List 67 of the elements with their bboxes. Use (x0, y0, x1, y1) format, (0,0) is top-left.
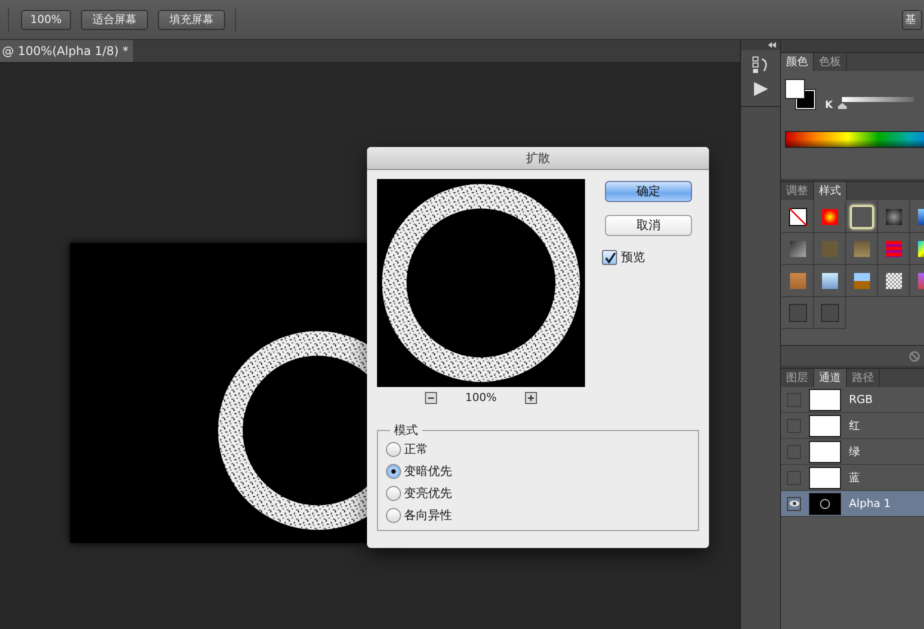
panel-tab[interactable]: 色板 (814, 53, 847, 71)
style-swatch[interactable] (886, 272, 902, 288)
dialog-button[interactable]: 取消 (605, 215, 692, 236)
radio-button[interactable] (386, 508, 401, 523)
style-swatch[interactable] (820, 304, 838, 322)
visibility-toggle[interactable] (787, 418, 801, 432)
document-tab[interactable]: @ 100%(Alpha 1/8) * (0, 40, 133, 62)
panel-tab[interactable]: 颜色 (781, 53, 814, 71)
channel-thumbnail (809, 388, 841, 410)
panel-tab[interactable]: 样式 (814, 182, 847, 200)
style-swatch[interactable] (788, 304, 806, 322)
channel-row[interactable]: 绿 (781, 439, 924, 465)
checkbox-label: 预览 (621, 249, 645, 266)
workspace-button[interactable]: 基 (902, 10, 922, 30)
play-icon[interactable] (752, 82, 768, 96)
channel-thumbnail (809, 466, 841, 488)
channel-row[interactable]: 红 (781, 413, 924, 439)
channel-thumbnail (809, 440, 841, 462)
panel-tab[interactable]: 路径 (847, 369, 880, 387)
style-swatch[interactable] (790, 240, 806, 256)
style-swatch[interactable] (822, 272, 838, 288)
channel-name: 绿 (849, 444, 860, 459)
toolbar-button[interactable]: 填充屏幕 (158, 10, 225, 30)
zoom-out-button[interactable] (425, 392, 438, 404)
radio-label: 变亮优先 (404, 485, 452, 502)
eye-icon (788, 500, 800, 507)
style-swatch[interactable] (790, 272, 806, 288)
radio-label: 正常 (404, 441, 428, 458)
toolbar-button[interactable]: 适合屏幕 (81, 10, 148, 30)
visibility-toggle[interactable] (787, 444, 801, 458)
radio-label: 变暗优先 (404, 463, 452, 480)
style-swatch[interactable] (886, 240, 902, 256)
toolbar-button[interactable]: 100% (21, 10, 71, 30)
zoom-in-button[interactable] (524, 392, 537, 404)
channel-name: 红 (849, 418, 860, 433)
visibility-toggle[interactable] (787, 470, 801, 484)
radio-button[interactable] (386, 486, 401, 501)
style-swatch[interactable] (854, 240, 870, 256)
radio-button[interactable] (386, 464, 401, 479)
plus-icon (526, 394, 535, 402)
preview-checkbox[interactable] (602, 250, 617, 265)
slider-thumb[interactable] (838, 103, 847, 109)
no-style-icon[interactable] (788, 208, 806, 226)
radio-label: 各向异性 (404, 507, 452, 524)
channel-name: Alpha 1 (849, 497, 891, 510)
radio-button[interactable] (386, 442, 401, 457)
zoom-level: 100% (465, 391, 497, 404)
style-swatch[interactable] (886, 208, 902, 224)
channel-name: RGB (849, 393, 873, 406)
panel-tab[interactable]: 通道 (814, 369, 847, 387)
visibility-toggle[interactable] (787, 496, 801, 510)
collapse-icon[interactable] (768, 42, 776, 48)
color-spectrum[interactable] (785, 131, 924, 148)
dialog-title: 扩散 (367, 147, 709, 170)
channel-row[interactable]: Alpha 1 (781, 491, 924, 517)
channel-thumbnail (809, 414, 841, 436)
style-swatch[interactable] (854, 272, 870, 288)
slider-label: K (825, 100, 833, 111)
group-legend: 模式 (390, 422, 422, 439)
channel-row[interactable]: RGB (781, 387, 924, 413)
style-swatch[interactable] (822, 240, 838, 256)
channel-name: 蓝 (849, 470, 860, 485)
visibility-toggle[interactable] (787, 392, 801, 406)
color-swatches[interactable] (785, 79, 817, 111)
channel-thumbnail (809, 492, 841, 514)
dialog-button[interactable]: 确定 (605, 181, 692, 202)
style-swatch[interactable] (822, 208, 838, 224)
